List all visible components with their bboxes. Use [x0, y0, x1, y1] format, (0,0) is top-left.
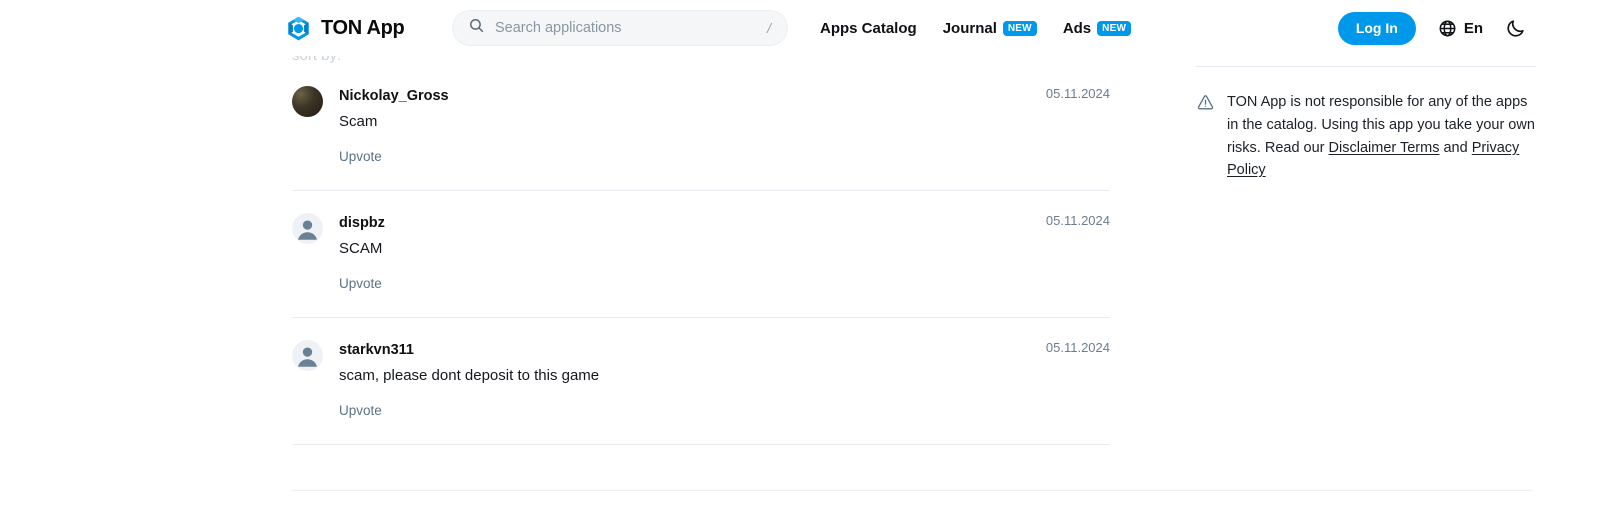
search-icon	[468, 17, 495, 39]
review-author[interactable]: dispbz	[339, 214, 1110, 234]
nav-item-ads[interactable]: Ads NEW	[1062, 19, 1132, 37]
language-label: En	[1463, 19, 1483, 37]
review-body: Nickolay_Gross Scam	[339, 86, 1110, 133]
table-row: starkvn311 scam, please dont deposit to …	[292, 318, 1110, 446]
site-header: TON App Search applications / Apps Catal…	[0, 0, 1600, 56]
disclaimer-part-2: and	[1439, 139, 1472, 156]
log-in-button[interactable]: Log In	[1337, 11, 1416, 45]
upvote-button[interactable]: Upvote	[339, 276, 382, 291]
disclaimer-terms-link[interactable]: Disclaimer Terms	[1329, 140, 1440, 156]
review-text: Scam	[339, 112, 378, 130]
main-navigation: Apps Catalog Journal NEW Ads NEW	[820, 19, 1132, 37]
page-content: sort by: Nickolay_Gross Scam Upvote 05.1…	[0, 56, 1600, 514]
review-text: scam, please dont deposit to this game	[339, 366, 600, 384]
new-badge: NEW	[1002, 20, 1037, 36]
review-author[interactable]: starkvn311	[339, 341, 1110, 361]
search-shortcut-hint: /	[767, 20, 771, 36]
language-switcher[interactable]: En	[1438, 19, 1483, 38]
sidebar: TON App is not responsible for any of th…	[1196, 56, 1536, 182]
divider	[292, 490, 1532, 491]
review-author[interactable]: Nickolay_Gross	[339, 87, 1110, 107]
review-date: 05.11.2024	[1045, 213, 1110, 229]
review-body: starkvn311 scam, please dont deposit to …	[339, 340, 1110, 387]
review-body: dispbz SCAM	[339, 213, 1110, 260]
avatar	[292, 340, 323, 372]
scrolled-row-text: sort by:	[292, 56, 341, 64]
review-header: Nickolay_Gross Scam	[292, 86, 1110, 133]
nav-item-journal[interactable]: Journal NEW	[943, 20, 1037, 37]
warning-triangle-icon	[1196, 91, 1215, 117]
upvote-button[interactable]: Upvote	[339, 149, 382, 164]
moon-icon[interactable]	[1505, 18, 1526, 39]
nav-label: Apps Catalog	[820, 19, 917, 37]
table-row: Nickolay_Gross Scam Upvote 05.11.2024	[292, 70, 1110, 192]
search-input[interactable]: Search applications /	[452, 10, 788, 46]
nav-label: Journal	[942, 19, 997, 37]
brand-name: TON App	[321, 16, 405, 39]
avatar	[292, 86, 323, 117]
disclaimer-notice: TON App is not responsible for any of th…	[1196, 91, 1536, 182]
nav-item-apps-catalog[interactable]: Apps Catalog	[820, 20, 917, 37]
nav-label: Ads	[1062, 19, 1092, 37]
review-header: starkvn311 scam, please dont deposit to …	[292, 340, 1110, 387]
scrolled-row-fragment: sort by:	[292, 56, 1110, 70]
header-actions: Log In En	[1337, 11, 1526, 45]
avatar	[292, 213, 323, 245]
review-header: dispbz SCAM	[292, 213, 1110, 260]
review-text: SCAM	[339, 239, 383, 257]
review-date: 05.11.2024	[1045, 340, 1110, 356]
ton-gem-icon	[285, 15, 312, 42]
brand-logo-link[interactable]: TON App	[285, 15, 405, 42]
disclaimer-text: TON App is not responsible for any of th…	[1227, 91, 1536, 182]
new-badge: NEW	[1097, 20, 1132, 36]
divider	[1196, 66, 1536, 67]
table-row: dispbz SCAM Upvote 05.11.2024	[292, 191, 1110, 319]
review-date: 05.11.2024	[1045, 86, 1110, 101]
reviews-list: sort by: Nickolay_Gross Scam Upvote 05.1…	[292, 56, 1110, 446]
globe-icon	[1438, 19, 1457, 38]
search-placeholder: Search applications	[495, 20, 622, 36]
upvote-button[interactable]: Upvote	[339, 403, 382, 418]
